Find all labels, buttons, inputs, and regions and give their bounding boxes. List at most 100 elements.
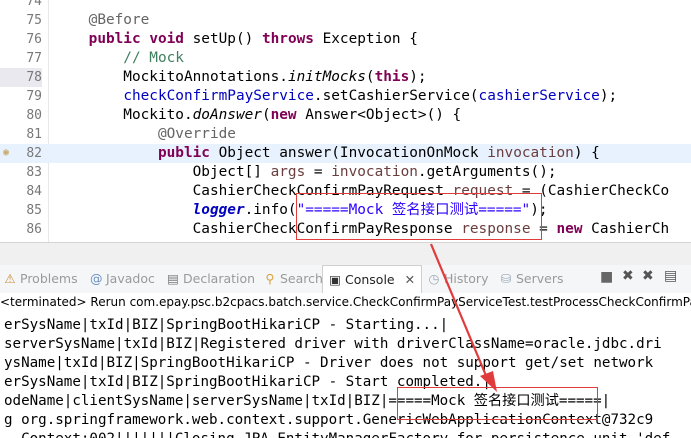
- declaration-icon: ▤: [167, 271, 179, 286]
- tab-servers[interactable]: ⛁ Servers: [500, 271, 564, 286]
- code-token: .info(: [244, 202, 297, 218]
- code-token: args: [270, 164, 306, 180]
- line-number: 75: [26, 13, 42, 28]
- code-text: Object[] args = invocation.getArguments(…: [54, 163, 557, 182]
- tab-search[interactable]: ⚲ Search: [264, 271, 323, 286]
- line-number: 76: [26, 32, 42, 47]
- code-token: checkConfirmPayService: [123, 88, 314, 104]
- line-number: 85: [26, 203, 42, 218]
- code-token: // Mock: [54, 50, 184, 66]
- code-text: Mockito.doAnswer(new Answer<Object>() {: [54, 106, 461, 125]
- code-token: void: [149, 31, 184, 47]
- tab-problems[interactable]: ⚠ Problems: [4, 271, 77, 286]
- console-line: ysName|txId|BIZ|SpringBootHikariCP - Dri…: [4, 355, 654, 371]
- code-token: Exception {: [313, 31, 418, 47]
- code-line[interactable]: 79 checkConfirmPayService.setCashierServ…: [0, 87, 691, 106]
- javadoc-icon: @: [90, 271, 103, 286]
- console-line: serverSysName|txId|BIZ|Registered driver…: [4, 336, 662, 352]
- line-number: 83: [26, 165, 42, 180]
- editor-console-divider: [0, 242, 691, 266]
- code-line[interactable]: 83 Object[] args = invocation.getArgumen…: [0, 163, 691, 182]
- code-line[interactable]: ◉ 82 public Object answer(InvocationOnMoc…: [0, 144, 691, 163]
- code-token: throws: [261, 31, 314, 47]
- code-editor[interactable]: 74 75 @Before 76 public void setUp() throw…: [0, 0, 691, 242]
- code-token: logger: [192, 202, 245, 218]
- code-token: MockitoAnnotations.: [54, 69, 288, 85]
- console-line: erSysName|txId|BIZ|SpringBootHikariCP - …: [4, 317, 449, 333]
- problems-icon: ⚠: [4, 271, 16, 286]
- code-token: @Override: [54, 126, 236, 142]
- console-status: <terminated> Rerun com.epay.psc.b2cpacs.…: [0, 293, 691, 311]
- code-text: public void setUp() throws Exception {: [54, 30, 418, 49]
- code-token: @Before: [54, 12, 150, 28]
- console-line: Context:002|||||||Closing JPA EntityMana…: [4, 430, 670, 438]
- code-token: doAnswer: [192, 107, 262, 123]
- tab-javadoc[interactable]: @ Javadoc: [90, 271, 155, 286]
- close-icon[interactable]: ✕: [405, 272, 415, 287]
- code-token: Object[]: [54, 164, 271, 180]
- code-token: invocation: [487, 145, 574, 161]
- code-text: @Before: [54, 11, 150, 30]
- code-token: cashierService: [478, 88, 600, 104]
- code-line[interactable]: ▬78 MockitoAnnotations.initMocks(this);: [0, 68, 691, 87]
- terminate-icon[interactable]: ■: [600, 269, 613, 285]
- line-number: 86: [26, 222, 42, 237]
- code-text: public Object answer(InvocationOnMock in…: [54, 144, 600, 163]
- code-line[interactable]: 76 public void setUp() throws Exception …: [0, 30, 691, 49]
- code-token: CashierCh: [582, 221, 670, 237]
- annotation-box-output: [397, 387, 598, 420]
- code-token: new: [270, 107, 297, 123]
- code-line[interactable]: 75 @Before: [0, 11, 691, 30]
- annotation-box-source: [296, 193, 542, 240]
- code-text: MockitoAnnotations.initMocks(this);: [54, 68, 427, 87]
- history-icon: ◷: [428, 271, 440, 286]
- line-number: 81: [26, 127, 42, 142]
- code-token: Mockito.: [54, 107, 193, 123]
- code-token: public: [88, 31, 141, 47]
- line-number: 79: [26, 89, 42, 104]
- tab-declaration[interactable]: ▤ Declaration: [167, 271, 255, 286]
- servers-icon: ⛁: [500, 271, 512, 286]
- remove-launch-icon[interactable]: ✖: [622, 268, 634, 284]
- code-token: new: [556, 221, 583, 237]
- code-token: Answer<Object>() {: [296, 107, 462, 123]
- tab-history[interactable]: ◷ History: [428, 271, 489, 286]
- code-text: checkConfirmPayService.setCashierService…: [54, 87, 617, 106]
- code-line[interactable]: 80 Mockito.doAnswer(new Answer<Object>()…: [0, 106, 691, 125]
- search-icon: ⚲: [265, 271, 275, 286]
- line-number: 80: [26, 108, 42, 123]
- line-number: 74: [26, 0, 42, 9]
- line-number: 84: [26, 184, 42, 199]
- line-number: 78: [0, 68, 42, 87]
- code-text: // Mock: [54, 49, 184, 68]
- code-text: @Override: [54, 125, 236, 144]
- views-tab-bar: ⚠ Problems @ Javadoc ▤ Declaration ⚲ Search …: [0, 265, 691, 294]
- code-token: );: [409, 69, 427, 85]
- console-output[interactable]: erSysName|txId|BIZ|SpringBootHikariCP - …: [0, 311, 691, 438]
- line-number: 77: [26, 51, 42, 66]
- code-token: this: [374, 69, 410, 85]
- code-token: public: [157, 145, 210, 161]
- code-line[interactable]: 81 @Override: [0, 125, 691, 144]
- code-token: setUp(): [183, 31, 262, 47]
- code-token: ) {: [573, 145, 600, 161]
- code-token: (: [261, 107, 271, 123]
- code-line[interactable]: 77 // Mock: [0, 49, 691, 68]
- remove-all-icon[interactable]: ✖: [642, 268, 654, 284]
- code-token: initMocks: [287, 69, 366, 85]
- code-token: =: [305, 164, 332, 180]
- line-number: 82: [26, 146, 42, 161]
- scroll-lock-icon[interactable]: ▤: [664, 268, 677, 284]
- tab-console[interactable]: ▣ Console ✕: [322, 265, 423, 293]
- code-line[interactable]: 74: [0, 0, 691, 11]
- code-token: .getArguments();: [417, 164, 557, 180]
- code-token: invocation: [331, 164, 418, 180]
- code-token: );: [599, 88, 618, 104]
- console-icon: ▣: [329, 272, 341, 287]
- code-token: .setCashierService(: [313, 88, 479, 104]
